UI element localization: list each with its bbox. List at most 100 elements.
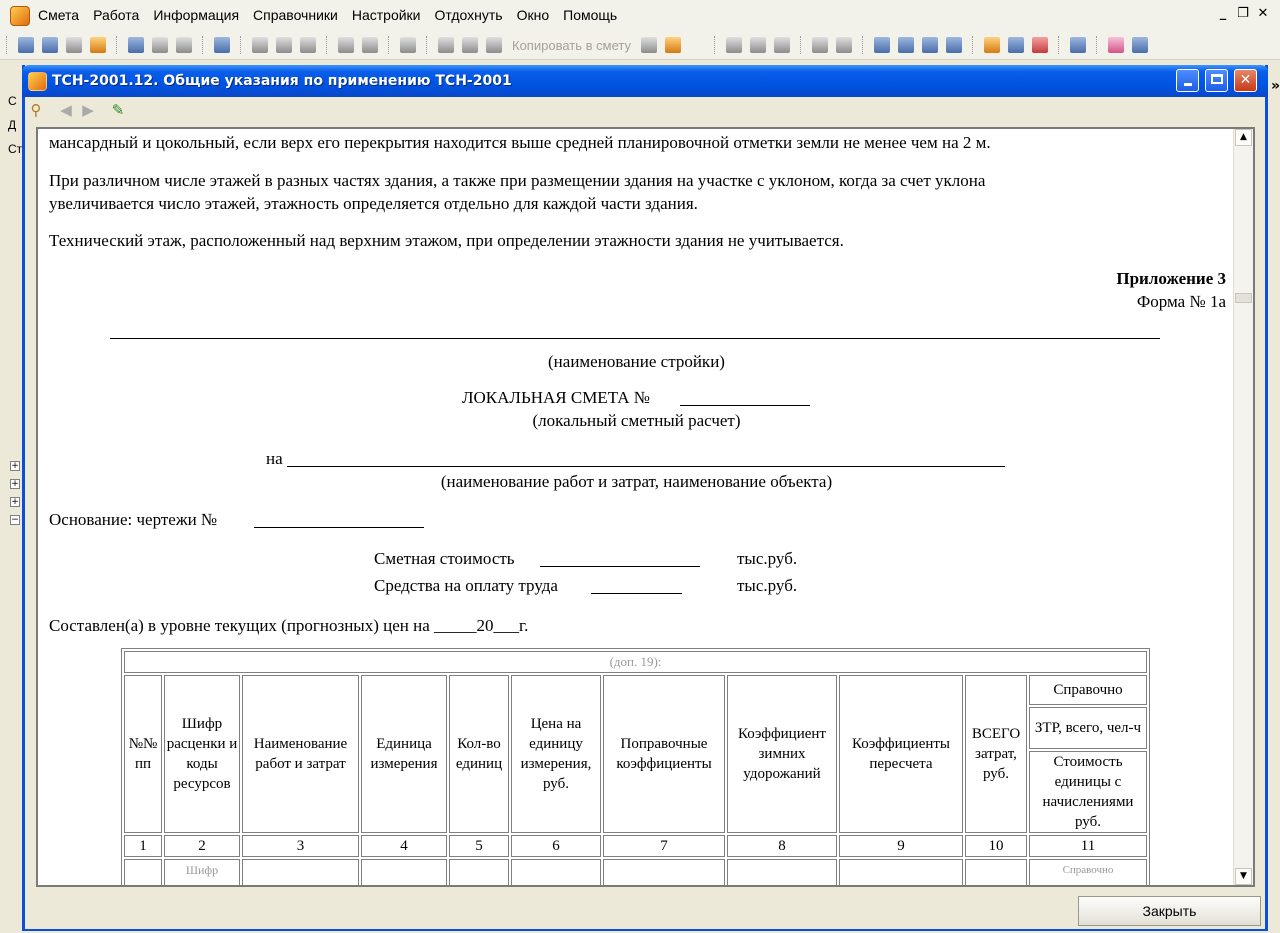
tree-expand-icon[interactable]: + [10, 479, 20, 489]
toolbar-grip [1096, 36, 1100, 54]
truck-icon[interactable] [1008, 37, 1024, 53]
copy-icon[interactable] [438, 37, 454, 53]
smeta-number-line [680, 405, 810, 406]
menu-rabota[interactable]: Работа [93, 7, 139, 23]
header-cell: Цена на единицу измерения, руб. [511, 675, 601, 833]
save-icon[interactable] [128, 37, 144, 53]
clipboard-icon[interactable] [664, 37, 681, 53]
filter-clear-icon[interactable] [836, 37, 852, 53]
table-cell: Шифр [164, 859, 240, 885]
construction-caption: (наименование стройки) [548, 352, 725, 371]
column-number: 9 [839, 835, 963, 857]
helmet-icon[interactable] [1032, 37, 1048, 53]
vertical-scrollbar[interactable]: ▲ ▼ [1233, 129, 1253, 885]
scroll-thumb[interactable] [1235, 293, 1252, 303]
dialog-title: ТСН-2001.12. Общие указания по применени… [52, 73, 512, 89]
print-preview-icon[interactable] [362, 37, 378, 53]
menu-nastroyki[interactable]: Настройки [352, 7, 421, 23]
app-icon[interactable] [10, 6, 30, 26]
car-icon[interactable] [1070, 37, 1086, 53]
print-icon[interactable] [338, 37, 354, 53]
insert-group-icon[interactable] [276, 37, 292, 53]
menu-smeta[interactable]: Смета [38, 7, 79, 23]
table-cell [449, 859, 509, 885]
document-viewer[interactable]: мансардный и цокольный, если верх его пе… [36, 127, 1255, 887]
column-number: 7 [603, 835, 725, 857]
insert-icon[interactable] [252, 37, 268, 53]
undo-icon[interactable] [152, 37, 168, 53]
outdent-more-icon[interactable] [946, 37, 962, 53]
copy-to-smeta-button[interactable]: Копировать в смету [512, 38, 631, 53]
layers-icon[interactable] [1132, 37, 1148, 53]
tree-expand-icon[interactable]: + [10, 461, 20, 471]
paste-icon[interactable] [462, 37, 478, 53]
background-side-panel: С Д Ст + + + − [0, 60, 24, 933]
toolbar-grip [862, 36, 866, 54]
maximize-button[interactable] [1205, 69, 1228, 92]
table-cell: Справочно [1029, 859, 1147, 885]
pin-icon[interactable]: ✎ [109, 101, 127, 119]
minimize-button[interactable] [1176, 69, 1199, 92]
tree-icon[interactable] [18, 37, 34, 53]
scroll-down-icon[interactable]: ▼ [1235, 868, 1252, 885]
outdent-icon[interactable] [922, 37, 938, 53]
mdi-close-icon[interactable]: ✕ [1254, 7, 1272, 23]
forward-arrow-icon[interactable]: ▶ [79, 101, 97, 119]
toolbar-grip [1058, 36, 1062, 54]
indent-more-icon[interactable] [898, 37, 914, 53]
find-icon[interactable] [90, 37, 106, 53]
menu-otdokhnut[interactable]: Отдохнуть [435, 7, 503, 23]
back-arrow-icon[interactable]: ◀ [57, 101, 75, 119]
table-cell [603, 859, 725, 885]
side-label: С [8, 94, 17, 108]
move-icon[interactable] [486, 37, 502, 53]
column-number: 6 [511, 835, 601, 857]
column-number: 10 [965, 835, 1027, 857]
tc-icon[interactable] [726, 37, 742, 53]
pr-icon[interactable] [774, 37, 790, 53]
header-cell: Поправочные коэффициенты [603, 675, 725, 833]
cut-icon[interactable] [400, 37, 416, 53]
column-number: 2 [164, 835, 240, 857]
close-button[interactable]: Закрыть [1078, 896, 1261, 926]
delete-doc-icon[interactable] [66, 37, 82, 53]
tree-add-icon[interactable] [42, 37, 58, 53]
mdi-restore-icon[interactable]: ❐ [1234, 7, 1252, 23]
books-icon[interactable] [1108, 37, 1124, 53]
toolbar-grip [800, 36, 804, 54]
menu-spravochniki[interactable]: Справочники [253, 7, 338, 23]
menu-okno[interactable]: Окно [517, 7, 550, 23]
doc-text-line: мансардный и цокольный, если верх его пе… [49, 133, 991, 152]
dialog-app-icon [28, 72, 47, 91]
mdi-minimize-icon[interactable]: _ [1214, 7, 1232, 23]
refresh-icon[interactable] [214, 37, 230, 53]
menu-informatsiya[interactable]: Информация [153, 7, 239, 23]
tree-expand-icon[interactable]: + [10, 497, 20, 507]
appendix-label: Приложение 3 [1116, 269, 1226, 288]
doc-text-line: При различном числе этажей в разных част… [49, 171, 986, 190]
close-window-button[interactable]: ✕ [1234, 69, 1257, 92]
header-cell: ЗТР, всего, чел-ч [1029, 707, 1147, 749]
chevron-right-icon[interactable]: » [1271, 78, 1280, 94]
search-icon[interactable]: ⚲ [27, 101, 45, 119]
dialog-titlebar[interactable]: ТСН-2001.12. Общие указания по применени… [22, 65, 1268, 97]
toolbar-group-2 [708, 34, 1152, 56]
menu-pomoshch[interactable]: Помощь [563, 7, 617, 23]
copy-small-icon[interactable] [640, 37, 657, 53]
tree-collapse-icon[interactable]: − [10, 515, 20, 525]
na-label: на [266, 449, 283, 468]
toolbar-grip [326, 36, 330, 54]
toolbar-grip [714, 36, 718, 54]
redo-icon[interactable] [176, 37, 192, 53]
pc-icon[interactable] [750, 37, 766, 53]
header-cell: ВСЕГО затрат, руб. [965, 675, 1027, 833]
indent-icon[interactable] [874, 37, 890, 53]
tools-icon[interactable] [984, 37, 1000, 53]
column-number: 1 [124, 835, 162, 857]
column-number: 3 [242, 835, 359, 857]
dialog-bottom-bar: Закрыть [25, 893, 1265, 929]
scroll-up-icon[interactable]: ▲ [1235, 129, 1252, 146]
comment-icon[interactable] [300, 37, 316, 53]
column-number: 4 [361, 835, 447, 857]
filter-icon[interactable] [812, 37, 828, 53]
